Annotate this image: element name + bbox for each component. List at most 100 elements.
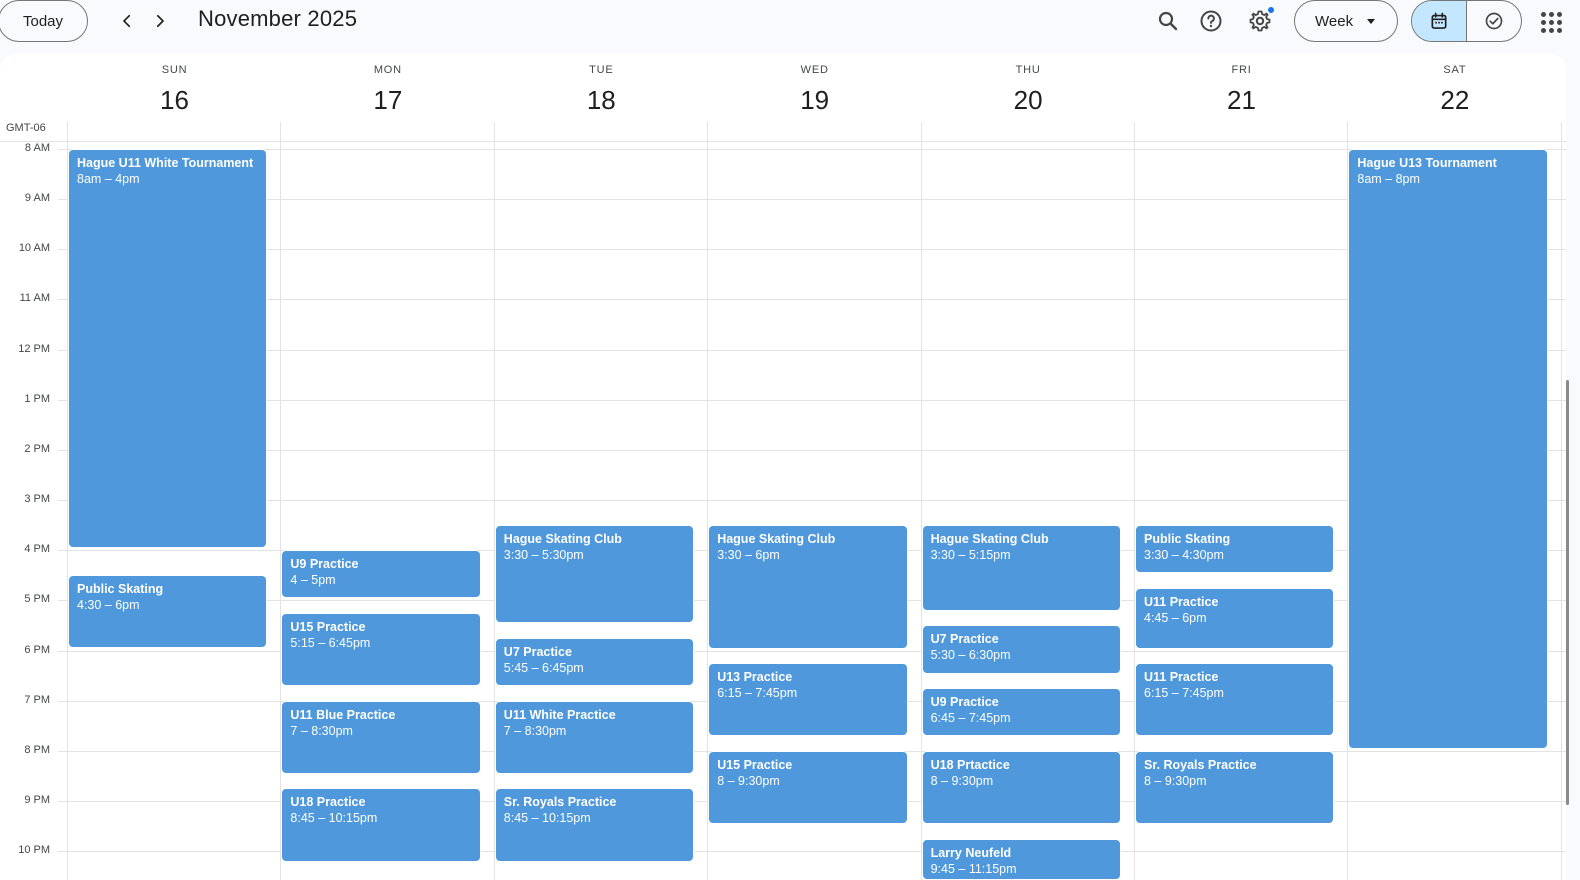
chevron-left-icon	[123, 14, 131, 28]
hour-gridline	[58, 349, 1566, 351]
hour-gridline	[58, 299, 1566, 301]
hour-label: 9 PM	[24, 793, 50, 806]
help-button[interactable]	[1194, 4, 1228, 38]
calendar-event[interactable]: U11 Blue Practice 7 – 8:30pm	[281, 700, 481, 774]
day-number: 20	[1013, 85, 1043, 115]
hour-label: 12 PM	[18, 342, 50, 355]
day-header-fri[interactable]: FRI 21	[1135, 64, 1348, 116]
settings-button[interactable]	[1243, 4, 1277, 38]
event-time: 6:45 – 7:45pm	[930, 711, 1011, 726]
event-title: U13 Practice	[717, 670, 793, 685]
day-of-week-label: WED	[800, 64, 829, 76]
apps-grid-icon[interactable]	[1538, 9, 1564, 35]
day-header-tue[interactable]: TUE 18	[495, 64, 708, 116]
hour-label: 2 PM	[24, 442, 50, 455]
event-title: U7 Practice	[503, 644, 572, 659]
day-of-week-label: SUN	[161, 64, 188, 76]
calendar-event[interactable]: U11 Practice 4:45 – 6pm	[1135, 587, 1335, 649]
timezone-label: GMT-06	[6, 122, 46, 134]
hour-label: 6 PM	[24, 643, 50, 656]
scrollbar-thumb[interactable]	[1566, 380, 1569, 805]
view-selector-label: Week	[1315, 12, 1354, 30]
event-time: 3:30 – 4:30pm	[1144, 548, 1224, 563]
event-time: 3:30 – 5:30pm	[503, 548, 584, 563]
event-title: U15 Practice	[717, 757, 793, 772]
hour-label: 11 AM	[19, 292, 50, 305]
event-title: Hague Skating Club	[930, 532, 1049, 547]
hour-label: 8 AM	[24, 142, 50, 154]
calendar-event[interactable]: Hague Skating Club 3:30 – 5:15pm	[921, 525, 1121, 611]
calendar-event[interactable]: U15 Practice 8 – 9:30pm	[708, 750, 908, 825]
calendar-event[interactable]: U11 White Practice 7 – 8:30pm	[494, 700, 695, 774]
day-header-thu[interactable]: THU 20	[922, 64, 1135, 116]
event-time: 9:45 – 11:15pm	[930, 861, 1017, 876]
calendar-event[interactable]: Hague U13 Tournament 8am – 8pm	[1348, 149, 1548, 749]
hour-label: 5 PM	[24, 593, 50, 606]
event-time: 8am – 8pm	[1357, 172, 1420, 186]
previous-week-button[interactable]	[112, 6, 142, 36]
event-title: Hague U13 Tournament	[1357, 156, 1497, 170]
today-button[interactable]: Today	[0, 0, 88, 42]
hour-label: 9 AM	[24, 192, 50, 205]
calendar-event[interactable]: U18 Prtactice 8 – 9:30pm	[921, 750, 1121, 825]
tasks-check-icon	[1485, 12, 1503, 30]
calendar-event[interactable]: U15 Practice 5:15 – 6:45pm	[281, 612, 481, 687]
hour-gridline	[58, 149, 1566, 150]
week-grid: GMT-06 SUN 16 MON 17 TUE 18 WED 19 THU 20 FRI 21 SAT…	[0, 54, 1566, 880]
next-week-button[interactable]	[145, 6, 175, 36]
event-time: 7 – 8:30pm	[503, 723, 567, 738]
calendar-event[interactable]: U7 Practice 5:30 – 6:30pm	[921, 625, 1121, 674]
day-header-wed[interactable]: WED 19	[708, 64, 921, 116]
day-header-mon[interactable]: MON 17	[281, 64, 494, 116]
calendar-event[interactable]: Hague Skating Club 3:30 – 6pm	[708, 525, 908, 649]
hour-label: 10 PM	[18, 844, 50, 857]
calendar-event[interactable]: U11 Practice 6:15 – 7:45pm	[1135, 663, 1335, 737]
calendar-event[interactable]: Sr. Royals Practice 8 – 9:30pm	[1135, 750, 1335, 825]
day-of-week-label: THU	[1015, 64, 1041, 76]
hour-label: 7 PM	[24, 693, 50, 706]
hour-gridline	[58, 500, 1566, 502]
event-time: 6:15 – 7:45pm	[1144, 686, 1224, 701]
search-button[interactable]	[1151, 4, 1185, 38]
event-title: U7 Practice	[930, 632, 999, 647]
day-header-sat[interactable]: SAT 22	[1348, 64, 1561, 116]
mode-toggle	[1411, 0, 1522, 42]
calendar-event[interactable]: Public Skating 4:30 – 6pm	[68, 575, 268, 649]
event-title: Sr. Royals Practice	[1144, 757, 1257, 772]
hour-label: 1 PM	[24, 392, 50, 405]
calendar-icon	[1431, 12, 1447, 29]
event-time: 4:30 – 6pm	[77, 598, 140, 613]
hour-gridline	[58, 399, 1566, 401]
day-of-week-label: TUE	[589, 64, 614, 76]
tasks-mode-button[interactable]	[1466, 1, 1521, 41]
calendar-event[interactable]: Hague Skating Club 3:30 – 5:30pm	[494, 525, 695, 624]
calendar-event[interactable]: U9 Practice 6:45 – 7:45pm	[921, 688, 1121, 737]
view-selector[interactable]: Week	[1294, 0, 1398, 42]
hour-label: 10 AM	[18, 242, 50, 255]
event-title: U11 Practice	[1144, 670, 1219, 685]
calendar-event[interactable]: U9 Practice 4 – 5pm	[281, 550, 481, 599]
day-header-sun[interactable]: SUN 16	[68, 64, 281, 116]
calendar-event[interactable]: Larry Neufeld 9:45 – 11:15pm	[921, 838, 1121, 880]
event-title: U11 White Practice	[503, 707, 616, 722]
event-time: 8:45 – 10:15pm	[290, 811, 378, 826]
hour-gridline	[58, 249, 1566, 251]
calendar-event[interactable]: Hague U11 White Tournament 8am – 4pm	[68, 149, 268, 549]
notification-dot	[1268, 7, 1274, 13]
month-title: November 2025	[198, 6, 358, 31]
event-title: U15 Practice	[290, 619, 366, 634]
hour-label: 8 PM	[24, 743, 50, 756]
calendar-event[interactable]: U13 Practice 6:15 – 7:45pm	[708, 663, 908, 737]
calendar-mode-button[interactable]	[1412, 1, 1466, 41]
event-title: Hague U11 White Tournament	[77, 156, 254, 170]
calendar-event[interactable]: Sr. Royals Practice 8:45 – 10:15pm	[494, 788, 695, 862]
calendar-event[interactable]: U7 Practice 5:45 – 6:45pm	[494, 637, 695, 687]
event-time: 3:30 – 5:15pm	[930, 548, 1011, 563]
calendar-event[interactable]: Public Skating 3:30 – 4:30pm	[1135, 525, 1335, 574]
event-title: Hague Skating Club	[503, 532, 622, 547]
event-title: Public Skating	[77, 582, 164, 597]
calendar-event[interactable]: U18 Practice 8:45 – 10:15pm	[281, 788, 481, 862]
event-time: 8 – 9:30pm	[1144, 773, 1207, 788]
top-bar: Today November 2025 Week	[0, 0, 1580, 44]
event-title: U9 Practice	[930, 695, 999, 710]
